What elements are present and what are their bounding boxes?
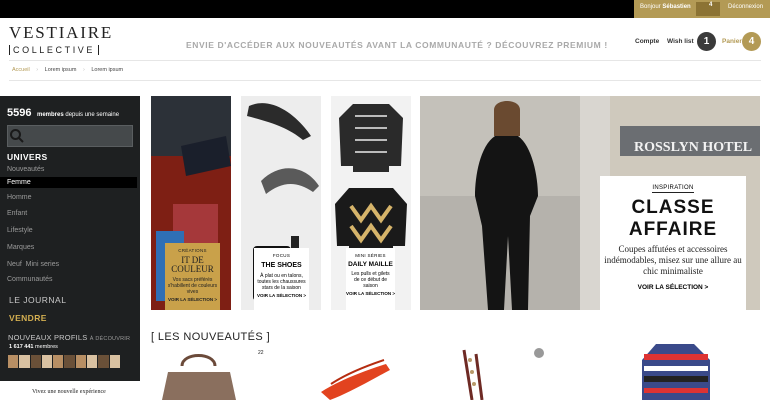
profiles-count: 1 617 441 membres <box>9 344 58 350</box>
panel-shoes-caption[interactable]: FOCUS THE SHOES À plat ou en talons, tou… <box>254 248 309 310</box>
profiles-count-label: membres <box>35 344 58 350</box>
logo[interactable]: VESTIAIRE COLLECTIVE <box>9 23 114 58</box>
search-icon[interactable] <box>9 128 25 144</box>
panel-link[interactable]: VOIR LA SÉLECTION > <box>254 293 309 298</box>
panel-eyebrow: MINI SÉRIES <box>355 253 386 258</box>
product-heels-image[interactable] <box>316 344 396 400</box>
avatar[interactable] <box>41 355 53 368</box>
product-bag-image[interactable] <box>160 344 240 400</box>
panel-eyebrow: CRÉATIONS <box>178 248 207 253</box>
wishlist-link[interactable]: Wish list <box>667 38 694 45</box>
avatar[interactable] <box>109 355 120 368</box>
panel-title: THE SHOES <box>261 262 302 269</box>
new-profiles-heading: NOUVEAUX PROFILS À DÉCOUVRIR <box>8 333 130 342</box>
breadcrumb: Accueil › Lorem ipsum › Lorem ipsum <box>12 67 123 73</box>
avatar[interactable] <box>8 355 19 368</box>
breadcrumb-item[interactable]: Lorem ipsum <box>45 67 77 73</box>
divider <box>9 60 761 61</box>
hero-body: Coupes affutées et accessoires indémodab… <box>604 244 742 276</box>
mail-icon[interactable] <box>696 2 720 16</box>
sidebar-item-enfant[interactable]: Enfant <box>7 210 27 217</box>
sidebar-item-femme[interactable]: Femme <box>7 179 31 186</box>
close-icon[interactable]: ✕ <box>536 1 546 15</box>
panel-body: Vos sacs préférés s'habillent de couleur… <box>167 277 218 295</box>
avatar[interactable] <box>75 355 87 368</box>
hero-caption[interactable]: INSPIRATION CLASSE AFFAIRE Coupes affuté… <box>600 176 746 310</box>
discover-label: À DÉCOUVRIR <box>89 336 131 342</box>
newsletter-text: Vivez une nouvelle expérience <box>32 389 106 395</box>
panel-title: IT DE COULEUR <box>171 255 214 274</box>
user-greeting: Bonjour Sébastien <box>640 4 691 10</box>
panel-body: Les pulls et gilets de ce début de saiso… <box>351 271 390 289</box>
product-badge-icon <box>534 348 544 358</box>
panel-title: DAILY MAILLE <box>348 261 393 268</box>
product-flag: 22 <box>258 350 264 356</box>
avatar[interactable] <box>19 355 30 368</box>
sidebar-item-lifestyle[interactable]: Lifestyle <box>7 227 33 234</box>
avatar[interactable] <box>87 355 98 368</box>
journal-link[interactable]: LE JOURNAL <box>9 295 66 305</box>
cart-link[interactable]: Panier <box>722 38 742 45</box>
avatar[interactable] <box>53 355 64 368</box>
product-striped-sweater-image[interactable] <box>638 344 718 400</box>
premium-tagline-link[interactable]: ENVIE D'ACCÉDER AUX NOUVEAUTÉS AVANT LA … <box>186 40 608 50</box>
univers-heading: UNIVERS <box>7 152 48 162</box>
member-label-rest: depuis une semaine <box>65 112 120 118</box>
panel-link[interactable]: VOIR LA SÉLECTION > <box>165 297 220 302</box>
wishlist-count-badge[interactable]: 1 <box>697 32 716 51</box>
user-name: Sébastien <box>662 4 691 10</box>
breadcrumb-item: Lorem ipsum <box>91 67 124 73</box>
member-label-bold: membres <box>37 112 64 118</box>
breadcrumb-separator-icon: › <box>82 67 85 73</box>
search-input[interactable] <box>7 125 133 147</box>
logout-link[interactable]: Déconnexion <box>728 4 763 10</box>
logo-main: VESTIAIRE <box>9 23 114 42</box>
hero-link[interactable]: VOIR LA SÉLECTION > <box>600 284 746 291</box>
member-label: membres depuis une semaine <box>37 112 119 118</box>
sidebar-item-communautes[interactable]: Communautés <box>7 276 53 283</box>
hero-sign-text: ROSSLYN HOTEL <box>634 140 752 155</box>
messages-count: 4 <box>709 2 713 8</box>
hero-eyebrow: INSPIRATION <box>652 185 694 193</box>
cart-count-badge[interactable]: 4 <box>742 32 761 51</box>
divider <box>9 80 761 81</box>
breadcrumb-separator-icon: › <box>36 67 39 73</box>
profiles-count-value: 1 617 441 <box>9 344 34 350</box>
panel-link[interactable]: VOIR LA SÉLECTION > <box>346 291 395 296</box>
nouveautes-heading: [ LES NOUVEAUTÉS ] <box>151 331 271 343</box>
logo-sub: COLLECTIVE <box>9 45 100 55</box>
sidebar-item-nouveautes[interactable]: Nouveautés <box>7 166 44 173</box>
avatar[interactable] <box>64 355 75 368</box>
account-link[interactable]: Compte <box>635 38 659 45</box>
panel-knit-caption[interactable]: MINI SÉRIES DAILY MAILLE Les pulls et gi… <box>346 248 395 310</box>
sidebar-item-marques[interactable]: Marques <box>7 244 34 251</box>
avatar[interactable] <box>98 355 109 368</box>
sidebar-item-homme[interactable]: Homme <box>7 194 32 201</box>
member-count: 5596 <box>7 107 32 119</box>
panel-colors-caption[interactable]: CRÉATIONS IT DE COULEUR Vos sacs préféré… <box>165 243 220 310</box>
panel-body: À plat ou en talons, toutes les chaussur… <box>257 273 306 291</box>
avatar[interactable] <box>30 355 41 368</box>
profile-avatars[interactable] <box>8 355 120 368</box>
breadcrumb-home[interactable]: Accueil <box>12 67 30 73</box>
sell-link[interactable]: VENDRE <box>9 313 47 323</box>
greeting-prefix: Bonjour <box>640 4 661 10</box>
new-profiles-label: NOUVEAUX PROFILS <box>8 333 88 342</box>
hero-title: CLASSE AFFAIRE <box>628 197 718 240</box>
product-sandals-image[interactable] <box>446 344 526 400</box>
sidebar-item-neuf[interactable]: Neuf Mini series <box>7 261 59 268</box>
panel-eyebrow: FOCUS <box>272 253 291 258</box>
